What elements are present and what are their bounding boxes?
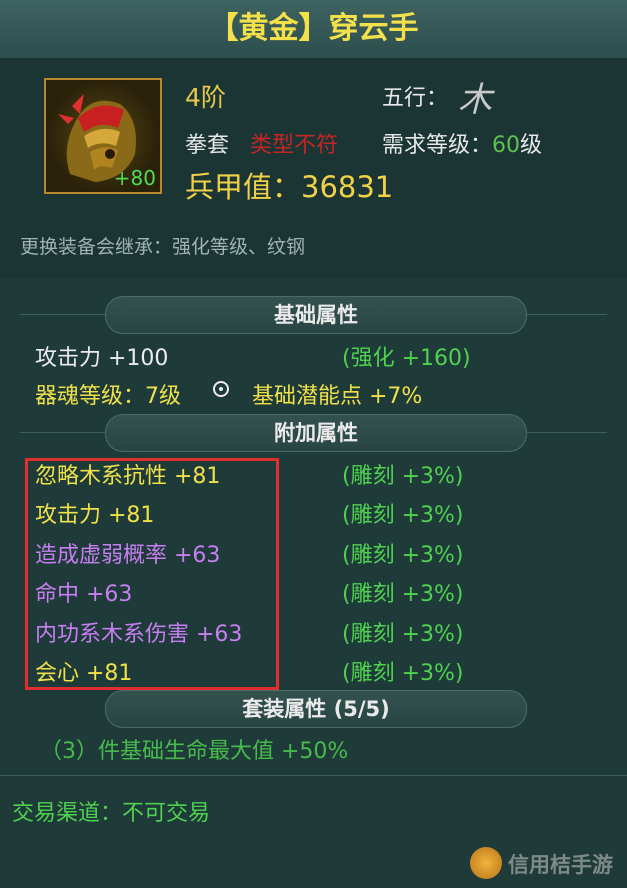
extra-attr-note: (雕刻 +3%) — [342, 582, 464, 607]
item-icon-slot[interactable]: +80 — [44, 78, 162, 194]
basic-potential: 基础潜能点 +7% — [252, 384, 423, 409]
trade-channel: 交易渠道：不可交易 — [12, 801, 211, 826]
required-level: 需求等级：60级 — [382, 127, 542, 159]
item-tier: 4阶 — [185, 83, 226, 112]
basic-attack-enhance: (强化 +160) — [342, 346, 471, 371]
watermark-text: 信用桔手游 — [508, 853, 613, 877]
watermark-logo-icon — [470, 847, 502, 879]
extra-attributes-header: 附加属性 — [105, 414, 527, 452]
extra-attr-note: (雕刻 +3%) — [342, 503, 464, 528]
watermark: 信用桔手游 — [470, 845, 620, 885]
type-mismatch-warning: 类型不符 — [250, 133, 339, 158]
item-type: 拳套 — [185, 133, 230, 158]
element-label: 五行： — [382, 86, 449, 111]
extra-attr-note: (雕刻 +3%) — [342, 661, 464, 686]
highlight-annotation-box — [25, 458, 279, 690]
item-title: 【黄金】穿云手 — [0, 0, 627, 59]
set-attributes-header: 套装属性 (5/5) — [105, 690, 527, 728]
soul-level: 器魂等级：7级 — [35, 384, 181, 409]
basic-attack: 攻击力 +100 — [35, 346, 169, 371]
inherit-note: 更换装备会继承：强化等级、纹钢 — [20, 236, 306, 258]
enhance-level: +80 — [113, 166, 156, 190]
divider — [0, 775, 627, 776]
armor-value: 兵甲值：36831 — [185, 170, 394, 204]
extra-attr-note: (雕刻 +3%) — [342, 464, 464, 489]
bullet-icon — [213, 381, 229, 397]
basic-attributes-header: 基础属性 — [105, 296, 527, 334]
extra-attr-note: (雕刻 +3%) — [342, 543, 464, 568]
set-bonus: （3）件基础生命最大值 +50% — [40, 739, 349, 764]
required-level-value: 60 — [492, 133, 521, 158]
wood-element-icon: 木 — [458, 80, 492, 120]
required-level-label: 需求等级： — [382, 133, 493, 158]
required-level-unit: 级 — [520, 133, 543, 158]
extra-attr-note: (雕刻 +3%) — [342, 622, 464, 647]
